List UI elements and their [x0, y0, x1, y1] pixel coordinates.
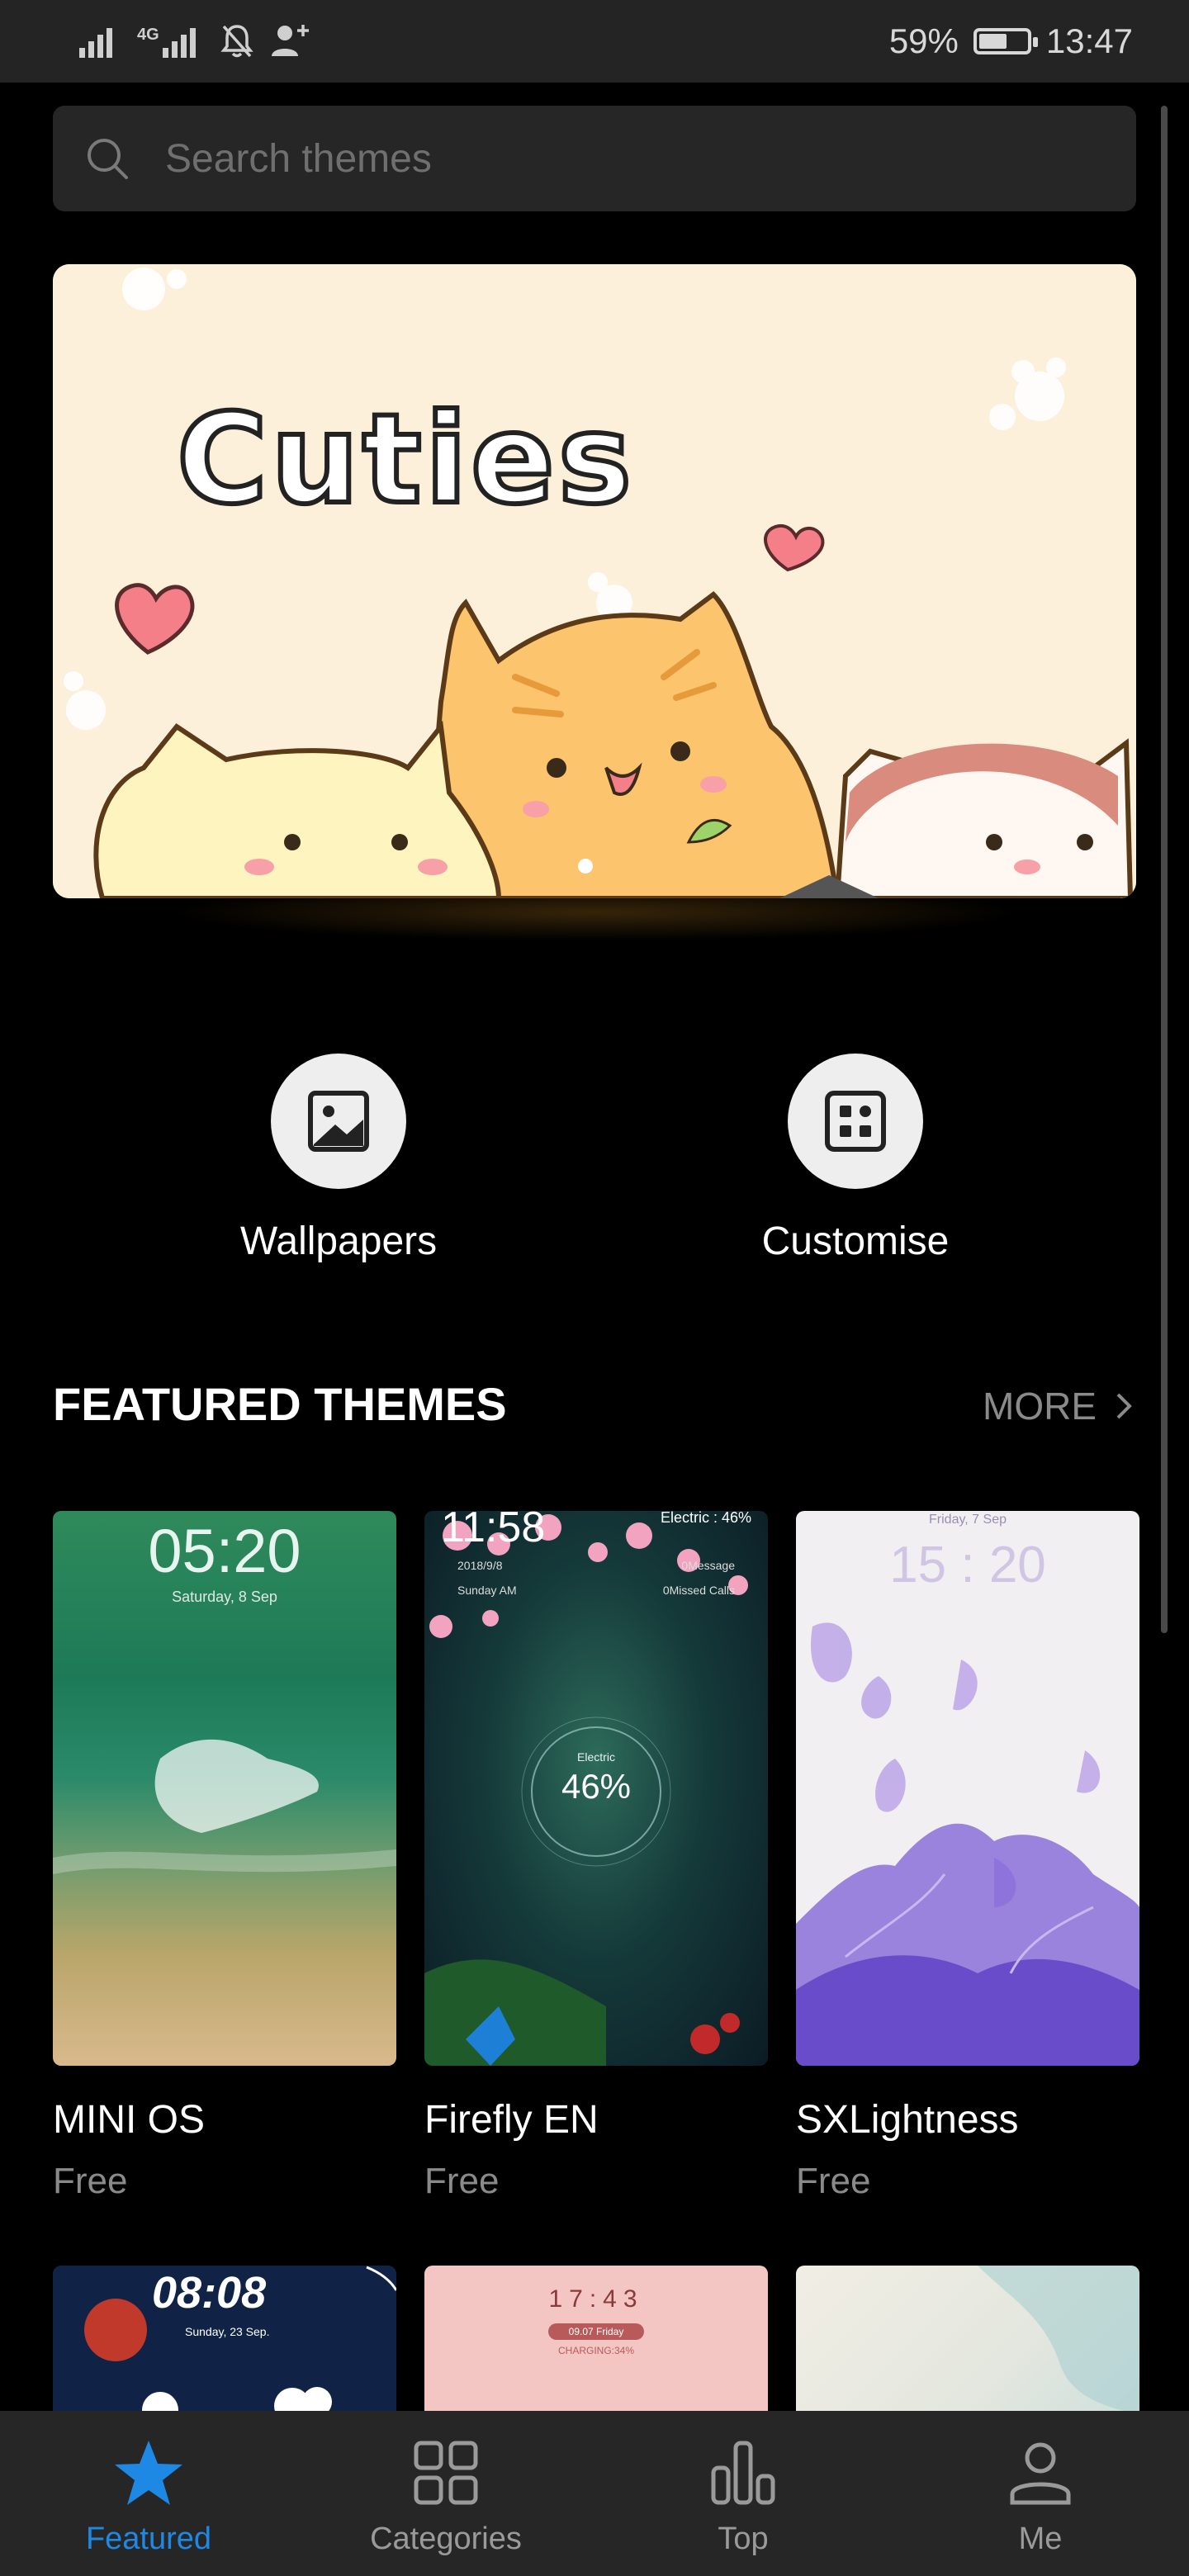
status-icons-left: 4G — [79, 18, 310, 64]
preview-date: Saturday, 8 Sep — [172, 1589, 277, 1605]
theme-preview-firefly-en: 11:58 Electric : 46% 2018/9/8 Sunday AM … — [424, 1511, 768, 2066]
theme-card-next-3[interactable] — [796, 2266, 1139, 2422]
tab-label: Categories — [370, 2522, 522, 2556]
preview-clock: 11:58 — [441, 1511, 546, 1551]
preview-clock: 08:08 — [152, 2268, 267, 2318]
signal-4g-icon: 4G — [137, 25, 204, 58]
preview-clock: 15 : 20 — [889, 1537, 1046, 1593]
theme-name: SXLightness — [796, 2098, 1019, 2142]
add-person-icon — [271, 25, 309, 56]
theme-preview-sxlightness: Friday, 7 Sep 15 : 20 — [796, 1511, 1139, 2066]
battery-percent: 59% — [888, 21, 959, 60]
wallpapers-icon-circle — [271, 1054, 406, 1189]
preview-date: Friday, 7 Sep — [929, 1513, 1007, 1527]
preview-clock: 05:20 — [148, 1517, 301, 1585]
customise-label: Customise — [761, 1219, 950, 1263]
tab-top[interactable]: Top — [594, 2411, 892, 2576]
theme-card-mini-os[interactable]: 05:20 Saturday, 8 Sep MINI OS Free — [53, 1511, 396, 2202]
tab-me[interactable]: Me — [892, 2411, 1189, 2576]
star-icon — [115, 2441, 182, 2505]
battery-level — [978, 34, 1007, 49]
customise-icon-circle — [788, 1054, 923, 1189]
bell-muted-icon — [220, 25, 253, 58]
banner-illustration — [53, 264, 1136, 898]
preview-message: 0Message — [681, 1559, 735, 1572]
featured-themes-heading: FEATURED THEMES — [53, 1378, 507, 1430]
preview-date: 2018/9/8 — [457, 1559, 503, 1572]
preview-status: Electric : 46% — [660, 1511, 751, 1526]
theme-preview-mini-os: 05:20 Saturday, 8 Sep — [53, 1511, 396, 2066]
theme-name: MINI OS — [53, 2098, 206, 2142]
theme-price: Free — [796, 2161, 871, 2201]
tab-label: Featured — [85, 2522, 212, 2556]
signal-icon — [79, 28, 112, 58]
banner-title: Cuties — [174, 386, 636, 534]
customise-button[interactable]: Customise — [732, 1054, 979, 1264]
preview-electric-label: Electric — [577, 1750, 615, 1764]
preview-date: Sunday, 23 Sep. — [185, 2325, 270, 2338]
theme-card-sxlightness[interactable]: Friday, 7 Sep 15 : 20 SXLightness Free — [796, 1511, 1139, 2202]
chevron-right-icon — [1116, 1393, 1132, 1419]
theme-card-next-2[interactable]: 17:43 09.07 Friday CHARGING:34% — [424, 2266, 768, 2422]
preview-date: 09.07 Friday — [548, 2323, 644, 2340]
network-type-label: 4G — [137, 26, 159, 44]
page-scrollbar[interactable] — [1161, 106, 1168, 1633]
theme-card-firefly-en[interactable]: 11:58 Electric : 46% 2018/9/8 Sunday AM … — [424, 1511, 768, 2202]
theme-price: Free — [53, 2161, 128, 2201]
search-input[interactable] — [163, 135, 1075, 182]
bar-chart-icon — [711, 2441, 775, 2505]
preview-electric: 46% — [561, 1767, 632, 1806]
preview-status: CHARGING:34% — [557, 2345, 635, 2356]
theme-card-next-1[interactable]: 08:08 Sunday, 23 Sep. — [53, 2266, 396, 2422]
more-link[interactable]: MORE — [983, 1384, 1133, 1428]
tab-label: Top — [718, 2522, 769, 2556]
preview-clock: 17:43 — [548, 2285, 644, 2313]
tab-categories[interactable]: Categories — [297, 2411, 594, 2576]
promo-banner[interactable]: Cuties — [53, 264, 1136, 898]
bottom-tab-bar: Featured Categories Top Me — [0, 2411, 1189, 2576]
theme-price: Free — [424, 2161, 500, 2201]
customise-icon — [825, 1091, 886, 1152]
preview-day: Sunday AM — [457, 1584, 517, 1597]
image-icon — [308, 1091, 369, 1152]
search-icon — [88, 139, 128, 179]
battery-icon — [973, 28, 1038, 54]
status-icons-right: 59% 13:47 — [889, 18, 1133, 64]
tab-featured[interactable]: Featured — [0, 2411, 297, 2576]
status-bar: 4G 59% 13:47 — [0, 0, 1189, 83]
search-bar[interactable] — [53, 106, 1136, 211]
wallpapers-button[interactable]: Wallpapers — [215, 1054, 462, 1264]
preview-calls: 0Missed Calls — [662, 1584, 735, 1597]
tab-label: Me — [1018, 2522, 1063, 2556]
grid-icon — [414, 2441, 478, 2505]
wallpapers-label: Wallpapers — [239, 1219, 438, 1263]
person-icon — [1010, 2442, 1071, 2505]
more-label: MORE — [983, 1385, 1097, 1428]
carousel-indicator[interactable] — [578, 859, 593, 874]
theme-name: Firefly EN — [424, 2098, 599, 2142]
clock: 13:47 — [1045, 21, 1133, 60]
